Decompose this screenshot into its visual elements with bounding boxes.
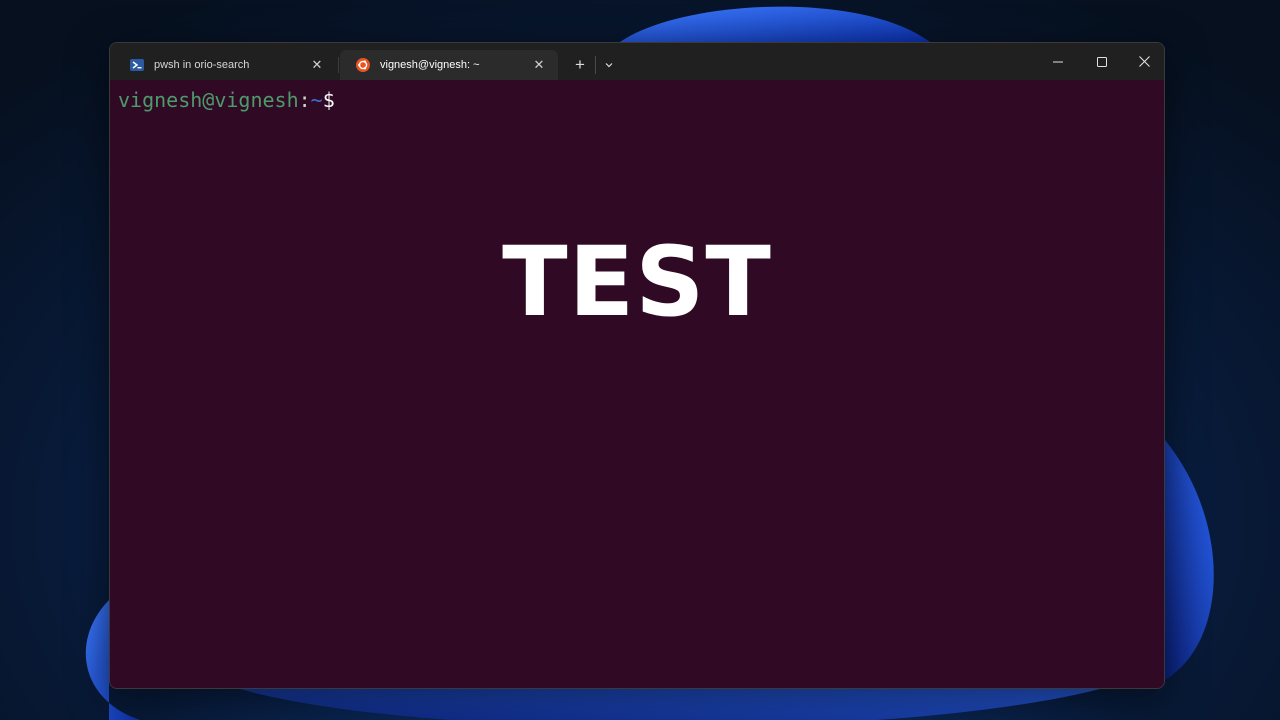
tab-dropdown-button[interactable] <box>598 54 620 76</box>
maximize-icon <box>1097 56 1107 67</box>
tab-pwsh[interactable]: pwsh in orio-search ✕ <box>114 50 336 80</box>
ubuntu-icon <box>356 58 370 72</box>
minimize-icon <box>1053 61 1063 62</box>
tab-title: vignesh@vignesh: ~ <box>380 59 480 71</box>
dropdown-divider <box>595 56 596 74</box>
powershell-icon <box>130 58 144 72</box>
close-icon <box>1138 56 1150 67</box>
terminal-window: pwsh in orio-search ✕ vignesh@vignesh: ~… <box>109 42 1165 689</box>
chevron-down-icon <box>605 63 613 68</box>
overlay-text: TEST <box>502 226 772 338</box>
close-window-button[interactable] <box>1122 43 1164 80</box>
shell-prompt: vignesh@vignesh:~$ <box>118 88 335 112</box>
title-bar[interactable]: pwsh in orio-search ✕ vignesh@vignesh: ~… <box>110 43 1164 80</box>
minimize-button[interactable] <box>1036 43 1080 80</box>
terminal-pane[interactable]: vignesh@vignesh:~$ TEST <box>110 80 1164 688</box>
prompt-user: vignesh@vignesh <box>118 88 299 112</box>
new-tab-button[interactable]: + <box>568 54 592 76</box>
plus-icon: + <box>575 55 585 74</box>
prompt-path: ~ <box>310 88 323 112</box>
tab-title: pwsh in orio-search <box>154 59 250 71</box>
close-tab-icon[interactable]: ✕ <box>306 54 328 76</box>
close-tab-icon[interactable]: ✕ <box>528 54 550 76</box>
maximize-button[interactable] <box>1080 43 1124 80</box>
tab-ubuntu[interactable]: vignesh@vignesh: ~ ✕ <box>340 50 558 80</box>
tab-divider <box>338 57 339 73</box>
prompt-dollar: $ <box>322 88 335 112</box>
prompt-colon: : <box>298 88 311 112</box>
